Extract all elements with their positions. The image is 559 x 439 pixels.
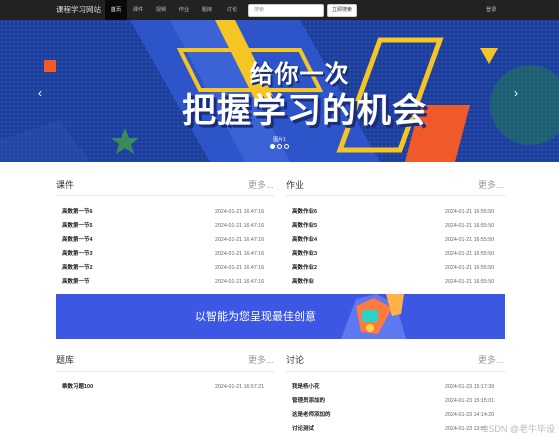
list-item-title[interactable]: 我是杨小花 — [292, 380, 320, 394]
list-item[interactable]: 高数作业4 2024-01-21 16:55:50 — [286, 233, 505, 247]
carousel-dot-1[interactable] — [270, 144, 275, 149]
list-item-date: 2024-01-21 16:47:16 — [215, 223, 265, 229]
list-item[interactable]: 高数第一节3 2024-01-21 16:47:16 — [56, 247, 274, 261]
homework-more-link[interactable]: 更多... — [478, 178, 504, 191]
banner-headline-2: 把握学习的机会 — [182, 91, 427, 131]
nav-home[interactable]: 首页 — [105, 0, 127, 20]
nav-homework[interactable]: 作业 — [174, 0, 194, 20]
divider — [286, 195, 505, 196]
list-item[interactable]: 乘数习题100 2024-01-21 16:57:21 — [56, 380, 274, 394]
nav-courseware[interactable]: 课件 — [129, 0, 147, 20]
search-button[interactable]: 立即搜索 — [327, 4, 357, 17]
list-item-date: 2024-01-21 16:47:16 — [215, 279, 265, 285]
list-item[interactable]: 高数第一节 2024-01-21 16:47:16 — [56, 275, 274, 289]
list-item-date: 2024-01-21 16:55:50 — [445, 223, 495, 229]
list-item[interactable]: 我是杨小花 2024-01-23 15:17:39 — [286, 380, 505, 394]
list-item-title[interactable]: 讨论测试 — [292, 422, 314, 436]
courseware-more-link[interactable]: 更多... — [248, 178, 274, 191]
list-item[interactable]: 高数第一节5 2024-01-21 16:47:16 — [56, 219, 274, 233]
list-item-date: 2024-01-21 16:55:50 — [445, 265, 495, 271]
list-item-title[interactable]: 高数第一节2 — [62, 261, 93, 275]
list-item-date: 2024-01-21 16:57:21 — [215, 384, 265, 390]
carousel-next-icon[interactable]: › — [514, 86, 518, 100]
list-item-date: 2024-01-23 15:15:01 — [445, 398, 495, 404]
list-item-title[interactable]: 高数第一节4 — [62, 233, 93, 247]
list-item-title[interactable]: 高数第一节 — [62, 275, 90, 289]
discussion-heading: 讨论 — [286, 355, 305, 365]
discussion-more-link[interactable]: 更多... — [478, 353, 504, 366]
list-item-date: 2024-01-21 16:47:16 — [215, 209, 265, 215]
list-item-title[interactable]: 高数第一节3 — [62, 247, 93, 261]
carousel-indicators — [270, 144, 290, 150]
list-item-title[interactable]: 乘数习题100 — [62, 380, 93, 394]
list-item-date: 2024-01-21 16:55:50 — [445, 251, 495, 257]
courseware-heading: 课件 — [56, 180, 75, 190]
list-item-title[interactable]: 这是老师添加的 — [292, 408, 331, 422]
carousel-dot-2[interactable] — [277, 144, 282, 149]
list-item-date: 2024-01-23 15:17:39 — [445, 384, 495, 390]
list-item[interactable]: 高数作业3 2024-01-21 16:55:50 — [286, 247, 505, 261]
carousel-prev-icon[interactable]: ‹ — [38, 86, 42, 100]
list-item-title[interactable]: 管理员添加的 — [292, 394, 325, 408]
ad-banner[interactable]: 以智能为您呈现最佳创意 — [56, 294, 505, 339]
search-input[interactable]: 搜索 — [248, 4, 324, 17]
list-item-title[interactable]: 高数作业4 — [292, 233, 317, 247]
divider — [56, 195, 274, 196]
divider — [56, 371, 274, 372]
ad-slogan: 以智能为您呈现最佳创意 — [195, 310, 316, 323]
divider — [286, 371, 505, 372]
list-item-title[interactable]: 高数作业5 — [292, 219, 317, 233]
list-item[interactable]: 讨论测试 2024-01-23 13:55: — [286, 422, 505, 436]
list-item-date: 2024-01-21 16:55:50 — [445, 237, 495, 243]
nav-video[interactable]: 视频 — [151, 0, 171, 20]
nav-discussion[interactable]: 讨论 — [222, 0, 242, 20]
hero-carousel[interactable]: 给你一次 把握学习的机会 ‹ › 图片1 — [0, 20, 559, 162]
carousel-caption: 图片1 — [273, 137, 286, 143]
list-item-date: 2024-01-21 16:47:16 — [215, 251, 265, 257]
list-item[interactable]: 这是老师添加的 2024-01-23 14:14:20 — [286, 408, 505, 422]
list-item[interactable]: 高数作业2 2024-01-21 16:55:50 — [286, 261, 505, 275]
list-item-date: 2024-01-21 16:55:50 — [445, 209, 495, 215]
list-item-date: 2024-01-23 14:14:20 — [445, 412, 495, 418]
list-item[interactable]: 高数作业 2024-01-21 16:55:50 — [286, 275, 505, 289]
question-bank-heading: 题库 — [56, 355, 75, 365]
list-item-title[interactable]: 高数作业3 — [292, 247, 317, 261]
nav-question-bank[interactable]: 题库 — [197, 0, 217, 20]
list-item[interactable]: 高数作业6 2024-01-21 16:55:50 — [286, 205, 505, 219]
list-item[interactable]: 高数第一节2 2024-01-21 16:47:16 — [56, 261, 274, 275]
login-link[interactable]: 登录 — [486, 0, 496, 20]
homework-heading: 作业 — [286, 180, 305, 190]
list-item[interactable]: 高数作业5 2024-01-21 16:55:50 — [286, 219, 505, 233]
carousel-dot-3[interactable] — [284, 144, 289, 149]
top-navbar: 课程学习网站 首页 课件 视频 作业 题库 讨论 搜索 立即搜索 登录 — [0, 0, 559, 20]
list-item-date: 2024-01-21 16:47:16 — [215, 237, 265, 243]
list-item[interactable]: 高数第一节4 2024-01-21 16:47:16 — [56, 233, 274, 247]
list-item-date: 2024-01-21 16:55:50 — [445, 279, 495, 285]
list-item-title[interactable]: 高数第一节5 — [62, 219, 93, 233]
list-item[interactable]: 管理员添加的 2024-01-23 15:15:01 — [286, 394, 505, 408]
watermark: CSDN @老牛毕设 — [481, 424, 555, 434]
question-bank-more-link[interactable]: 更多... — [248, 353, 274, 366]
list-item-title[interactable]: 高数第一节6 — [62, 205, 93, 219]
list-item-title[interactable]: 高数作业2 — [292, 261, 317, 275]
site-brand[interactable]: 课程学习网站 — [56, 0, 101, 20]
list-item-title[interactable]: 高数作业6 — [292, 205, 317, 219]
list-item-date: 2024-01-21 16:47:16 — [215, 265, 265, 271]
list-item-title[interactable]: 高数作业 — [292, 275, 314, 289]
list-item[interactable]: 高数第一节6 2024-01-21 16:47:16 — [56, 205, 274, 219]
